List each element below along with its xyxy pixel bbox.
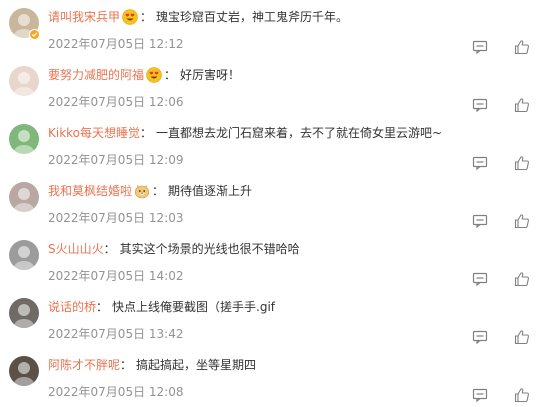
comment-timestamp: 2022年07月05日 12:09 [48,153,184,167]
comment-content: 快点上线俺要截图（搓手手.gif [112,300,276,314]
comment-text-line: Kikko每天想睡觉：一直都想去龙门石窟来着，去不了就在倚女里云游吧~ [48,123,442,143]
colon: ： [140,10,153,24]
comment-text-line: 阿陈才不胖呢：搞起搞起，坐等星期四 [48,355,256,375]
username-link[interactable]: S火山山火 [48,239,104,259]
comment-timestamp: 2022年07月05日 12:03 [48,211,184,225]
comment-actions [472,329,538,345]
thumbs-up-icon[interactable] [514,39,530,55]
colon: ： [120,358,133,372]
comment-text-line: 要努力减肥的阿福 ：好厉害呀！ [48,65,240,85]
thumbs-up-icon[interactable] [514,329,530,345]
colon: ： [96,300,109,314]
comment-actions [472,387,538,403]
comment-icon[interactable] [472,387,488,403]
comment-actions [472,97,538,113]
comment-item: 请叫我宋兵甲 ：瑰宝珍窟百丈岩，神工鬼斧历千年。 2022年07月05日 12:12 [0,7,550,65]
verified-badge-icon [29,29,40,40]
comment-text-line: 说话的桥：快点上线俺要截图（搓手手.gif [48,297,275,317]
comment-actions [472,155,538,171]
heart-eyes-emoji [122,9,138,25]
avatar[interactable] [9,66,39,96]
username-link[interactable]: 说话的桥 [48,297,96,317]
comment-timestamp: 2022年07月05日 14:02 [48,269,184,283]
comment-content: 好厉害呀！ [180,68,241,82]
comment-timestamp: 2022年07月05日 12:06 [48,95,184,109]
colon: ： [103,242,116,256]
avatar[interactable] [9,356,39,386]
avatar[interactable] [9,182,39,212]
comment-content: 搞起搞起，坐等星期四 [136,358,257,372]
comment-content: 瑰宝珍窟百丈岩，神工鬼斧历千年。 [156,10,349,24]
comment-icon[interactable] [472,155,488,171]
username-link[interactable]: 阿陈才不胖呢 [48,355,120,375]
comment-content: 其实这个场景的光线也很不错哈哈 [119,242,300,256]
comment-actions [472,213,538,229]
comment-icon[interactable] [472,271,488,287]
heart-eyes-emoji [146,67,162,83]
comment-content: 一直都想去龙门石窟来着，去不了就在倚女里云游吧~ [156,126,443,140]
colon: ： [164,68,177,82]
comment-icon[interactable] [472,39,488,55]
comment-actions [472,39,538,55]
comment-list: 请叫我宋兵甲：瑰宝珍窟百丈岩，神工鬼斧历千年。 2022年07月05日 12:12… [0,0,550,407]
colon: ： [140,126,153,140]
comment-icon[interactable] [472,97,488,113]
thumbs-up-icon[interactable] [514,271,530,287]
comment-item: 说话的桥：快点上线俺要截图（搓手手.gif 2022年07月05日 13:42 [0,297,550,355]
thumbs-up-icon[interactable] [514,387,530,403]
comment-timestamp: 2022年07月05日 13:42 [48,327,184,341]
thumbs-up-icon[interactable] [514,97,530,113]
comment-icon[interactable] [472,329,488,345]
avatar[interactable] [9,240,39,270]
comment-timestamp: 2022年07月05日 12:12 [48,37,184,51]
doge-emoji [134,183,150,199]
username-link[interactable]: 请叫我宋兵甲 [48,7,120,27]
comment-timestamp: 2022年07月05日 12:08 [48,385,184,399]
colon: ： [152,184,165,198]
username-link[interactable]: Kikko每天想睡觉 [48,123,140,143]
comment-text-line: 我和莫枫结婚啦 ：期待值逐渐上升 [48,181,252,201]
thumbs-up-icon[interactable] [514,213,530,229]
comment-text-line: 请叫我宋兵甲 ：瑰宝珍窟百丈岩，神工鬼斧历千年。 [48,7,348,27]
thumbs-up-icon[interactable] [514,155,530,171]
avatar[interactable] [9,298,39,328]
comment-item: 要努力减肥的阿福 ：好厉害呀！ 2022年07月05日 12:06 [0,65,550,123]
comment-text-line: S火山山火：其实这个场景的光线也很不错哈哈 [48,239,300,259]
comment-item: S火山山火：其实这个场景的光线也很不错哈哈 2022年07月05日 14:02 [0,239,550,297]
comment-item: Kikko每天想睡觉：一直都想去龙门石窟来着，去不了就在倚女里云游吧~ 2022年… [0,123,550,181]
comment-actions [472,271,538,287]
avatar[interactable] [9,124,39,154]
comment-item: 阿陈才不胖呢：搞起搞起，坐等星期四 2022年07月05日 12:08 [0,355,550,407]
comment-item: 我和莫枫结婚啦 ：期待值逐渐上升 2022年07月05日 12:03 [0,181,550,239]
comment-icon[interactable] [472,213,488,229]
username-link[interactable]: 要努力减肥的阿福 [48,65,144,85]
comment-content: 期待值逐渐上升 [168,184,253,198]
username-link[interactable]: 我和莫枫结婚啦 [48,181,132,201]
